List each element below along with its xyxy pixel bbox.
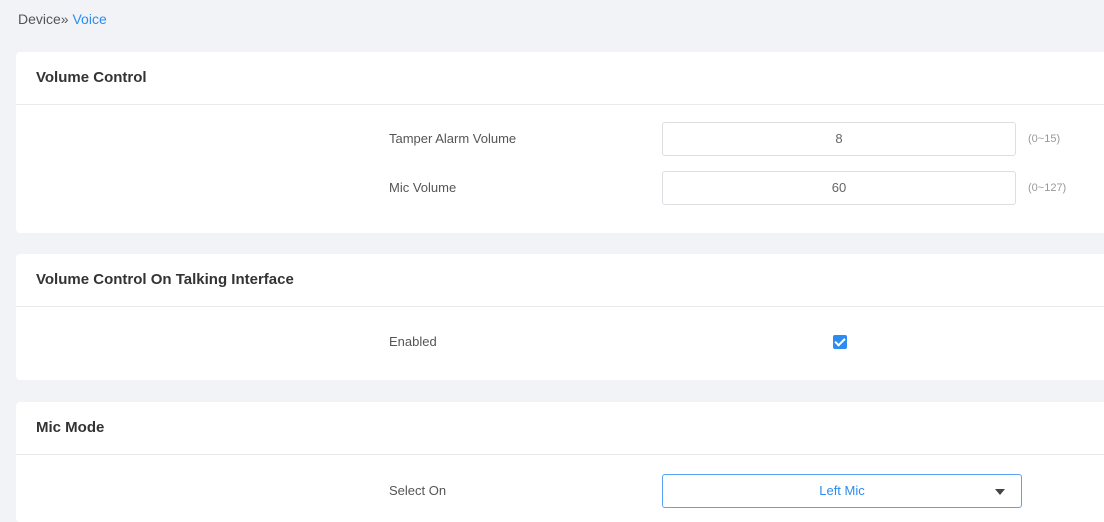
enabled-checkbox[interactable] — [833, 335, 847, 349]
select-on-label: Select On — [389, 483, 447, 498]
mic-volume-row: Mic Volume 60 (0~127) — [16, 171, 1104, 205]
talking-interface-panel: Volume Control On Talking Interface Enab… — [16, 254, 1104, 380]
tamper-alarm-volume-range: (0~15) — [1028, 133, 1061, 145]
enabled-label: Enabled — [389, 334, 437, 349]
mic-volume-input[interactable]: 60 — [662, 171, 1016, 205]
tamper-alarm-volume-input[interactable]: 8 — [662, 122, 1016, 156]
talking-interface-title: Volume Control On Talking Interface — [16, 254, 1104, 307]
enabled-row: Enabled — [16, 325, 1104, 359]
mic-select-value: Left Mic — [819, 483, 865, 498]
breadcrumb-parent[interactable]: Device» — [18, 11, 69, 27]
mic-mode-panel: Mic Mode Select On Left Mic — [16, 402, 1104, 522]
volume-control-title: Volume Control — [16, 52, 1104, 105]
mic-mode-title: Mic Mode — [16, 402, 1104, 455]
mic-select-dropdown[interactable]: Left Mic — [662, 474, 1022, 508]
select-on-row: Select On Left Mic — [16, 474, 1104, 508]
breadcrumb-current: Voice — [72, 11, 107, 27]
breadcrumb: Device» Voice — [18, 11, 107, 27]
mic-volume-range: (0~127) — [1028, 182, 1067, 194]
chevron-down-icon[interactable] — [995, 489, 1005, 495]
tamper-alarm-volume-row: Tamper Alarm Volume 8 (0~15) — [16, 122, 1104, 156]
volume-control-panel: Volume Control Tamper Alarm Volume 8 (0~… — [16, 52, 1104, 233]
mic-volume-label: Mic Volume — [389, 180, 457, 195]
tamper-alarm-volume-label: Tamper Alarm Volume — [389, 131, 517, 146]
